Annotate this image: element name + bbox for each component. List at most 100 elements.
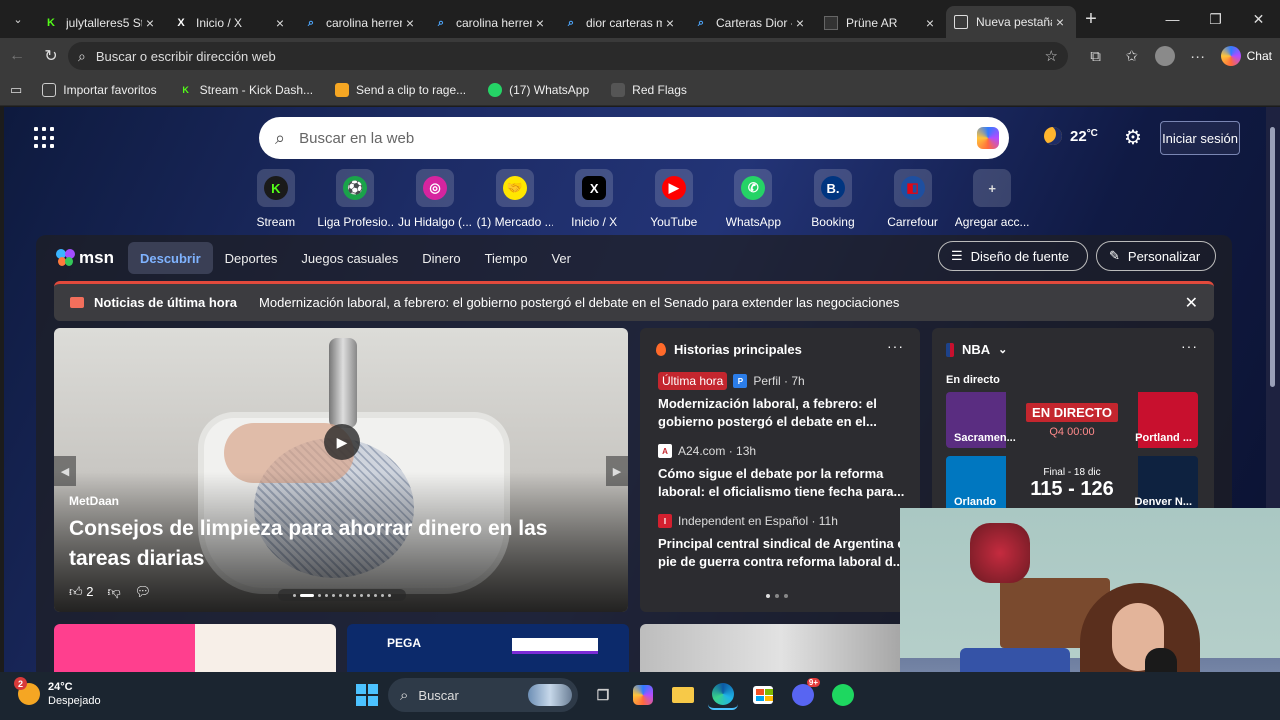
profile-avatar[interactable] xyxy=(1154,46,1175,66)
carousel-dot[interactable] xyxy=(353,593,356,597)
carousel-dot[interactable] xyxy=(367,593,370,597)
bookmark-item[interactable]: Red Flags xyxy=(611,82,687,97)
story-item[interactable]: I Independent en Español · 11h Principal c… xyxy=(658,512,914,571)
story-headline[interactable]: Cómo sigue el debate por la reforma labo… xyxy=(658,465,914,501)
address-input[interactable]: Buscar o escribir dirección web xyxy=(96,49,276,64)
refresh-button[interactable]: ↻ xyxy=(34,46,68,66)
bookmark-item[interactable]: (17) WhatsApp xyxy=(488,82,589,97)
quick-link[interactable]: X Inicio / X xyxy=(554,169,634,229)
carousel-indicator[interactable] xyxy=(278,589,406,601)
close-icon[interactable]: ✕ xyxy=(1185,293,1198,313)
copilot-icon[interactable] xyxy=(628,680,658,710)
edge-icon[interactable] xyxy=(708,680,738,710)
restore-button[interactable]: ❐ xyxy=(1194,0,1237,38)
carousel-dot[interactable] xyxy=(346,593,349,597)
more-options-icon[interactable]: ··· xyxy=(1185,48,1211,65)
hero-title[interactable]: Consejos de limpieza para ahorrar dinero… xyxy=(69,514,589,574)
close-window-button[interactable]: ✕ xyxy=(1237,0,1280,38)
new-tab-button[interactable]: + xyxy=(1076,8,1106,31)
sidebar-toggle-icon[interactable]: ▭ xyxy=(10,82,22,98)
favorite-star-icon[interactable]: ☆ xyxy=(1045,47,1058,65)
tab[interactable]: ⌕ dior carteras m × xyxy=(556,8,686,38)
quick-link[interactable]: 🤝 (1) Mercado ... xyxy=(475,169,555,229)
minimize-button[interactable]: — xyxy=(1151,0,1194,38)
extensions-icon[interactable]: ⧉ xyxy=(1083,48,1109,65)
game-score[interactable]: Final - 18 dic 115 - 126 Orlando Denver N..… xyxy=(946,456,1198,512)
game-score[interactable]: EN DIRECTO Q4 00:00 Sacramen... Portland ..… xyxy=(946,392,1198,448)
windows-start-icon[interactable] xyxy=(356,684,378,706)
task-view-icon[interactable]: ❐ xyxy=(588,680,618,710)
tab-close-icon[interactable]: × xyxy=(142,15,158,31)
app-launcher-icon[interactable] xyxy=(34,127,56,149)
story-headline[interactable]: Modernización laboral, a febrero: el gob… xyxy=(658,395,914,431)
quick-link[interactable]: ✆ WhatsApp xyxy=(714,169,794,229)
taskbar-search[interactable]: ⌕ Buscar xyxy=(388,678,578,712)
carousel-dot[interactable] xyxy=(374,593,377,597)
comment-button[interactable]: 💬︎ xyxy=(135,584,152,600)
quick-link[interactable]: + Agregar acc... xyxy=(952,169,1032,229)
tab-close-icon[interactable]: × xyxy=(402,15,418,31)
msn-nav-item[interactable]: Deportes xyxy=(213,242,290,274)
quick-link[interactable]: ▶ YouTube xyxy=(634,169,714,229)
carousel-dot[interactable] xyxy=(360,593,363,597)
msn-nav-item[interactable]: Dinero xyxy=(410,242,472,274)
spotify-icon[interactable] xyxy=(828,680,858,710)
sign-in-button[interactable]: Iniciar sesión xyxy=(1160,121,1240,155)
copilot-icon[interactable] xyxy=(977,127,999,149)
tab-close-icon[interactable]: × xyxy=(922,15,938,31)
quick-link[interactable]: ⚽ Liga Profesio... xyxy=(316,169,396,229)
tab-close-icon[interactable]: × xyxy=(1052,14,1068,30)
like-button[interactable]: 👍︎ 2 xyxy=(69,584,93,600)
stories-pager[interactable] xyxy=(766,594,788,598)
personalize-button[interactable]: ✎ Personalizar xyxy=(1096,241,1216,271)
tab[interactable]: ⌕ carolina herrera × xyxy=(426,8,556,38)
tab[interactable]: Prüne AR × xyxy=(816,8,946,38)
msn-logo[interactable]: msn xyxy=(56,248,114,268)
tab[interactable]: ⌕ carolina herrera × xyxy=(296,8,426,38)
scrollbar-thumb[interactable] xyxy=(1270,127,1275,387)
discord-icon[interactable]: 9+ xyxy=(788,678,820,710)
carousel-prev-button[interactable]: ◀ xyxy=(54,456,76,486)
tab[interactable]: X Inicio / X × xyxy=(166,8,296,38)
tab-actions-menu[interactable]: ⌄ xyxy=(0,0,36,38)
web-search-input[interactable]: Buscar en la web xyxy=(299,130,414,147)
carousel-dot[interactable] xyxy=(318,593,321,597)
msn-nav-item[interactable]: Juegos casuales xyxy=(289,242,410,274)
carousel-dot[interactable] xyxy=(325,593,328,597)
tab-close-icon[interactable]: × xyxy=(272,15,288,31)
play-icon[interactable]: ▶ xyxy=(324,424,360,460)
settings-gear-icon[interactable]: ⚙ xyxy=(1124,125,1142,150)
tab-close-icon[interactable]: × xyxy=(662,15,678,31)
pager-dot[interactable] xyxy=(766,594,770,598)
story-item[interactable]: A A24.com · 13h Cómo sigue el debate por l… xyxy=(658,442,914,501)
quick-link[interactable]: ◧ Carrefour xyxy=(873,169,953,229)
carousel-dot[interactable] xyxy=(381,593,384,597)
carousel-next-button[interactable]: ▶ xyxy=(606,456,628,486)
dislike-button[interactable]: 👎︎ xyxy=(107,584,120,600)
feed-thumbnail[interactable]: PEGA xyxy=(347,624,629,672)
breaking-news-bar[interactable]: Noticias de última hora Modernización la… xyxy=(54,281,1214,321)
web-search-box[interactable]: ⌕ Buscar en la web xyxy=(259,117,1009,159)
hero-card[interactable]: ▶ ◀ ▶ MetDaan Consejos de limpieza para … xyxy=(54,328,628,612)
quick-link[interactable]: K Stream xyxy=(236,169,316,229)
breaking-text[interactable]: Modernización laboral, a febrero: el gob… xyxy=(259,295,899,310)
tab[interactable]: Kjulytalleres5 Str × xyxy=(36,8,166,38)
carousel-dot[interactable] xyxy=(388,593,391,597)
file-explorer-icon[interactable] xyxy=(668,680,698,710)
story-headline[interactable]: Principal central sindical de Argentina … xyxy=(658,535,914,571)
tab[interactable]: ⌕ Carteras Dior - × xyxy=(686,8,816,38)
tab-close-icon[interactable]: × xyxy=(792,15,808,31)
msn-nav-item[interactable]: Descubrir xyxy=(127,242,213,274)
tab-close-icon[interactable]: × xyxy=(532,15,548,31)
carousel-dot[interactable] xyxy=(293,593,296,597)
pager-dot[interactable] xyxy=(784,594,788,598)
pager-dot[interactable] xyxy=(775,594,779,598)
address-bar[interactable]: ⌕ Buscar o escribir dirección web ☆ xyxy=(68,42,1068,70)
carousel-dot[interactable] xyxy=(300,593,314,597)
feed-thumbnail[interactable] xyxy=(54,624,336,672)
msn-nav-item[interactable]: Ver xyxy=(539,242,583,274)
store-icon[interactable] xyxy=(748,680,778,710)
weather-widget[interactable]: 22°C xyxy=(1044,127,1098,145)
tab[interactable]: Nueva pestaña × xyxy=(946,6,1076,38)
back-button[interactable]: ← xyxy=(0,47,34,65)
